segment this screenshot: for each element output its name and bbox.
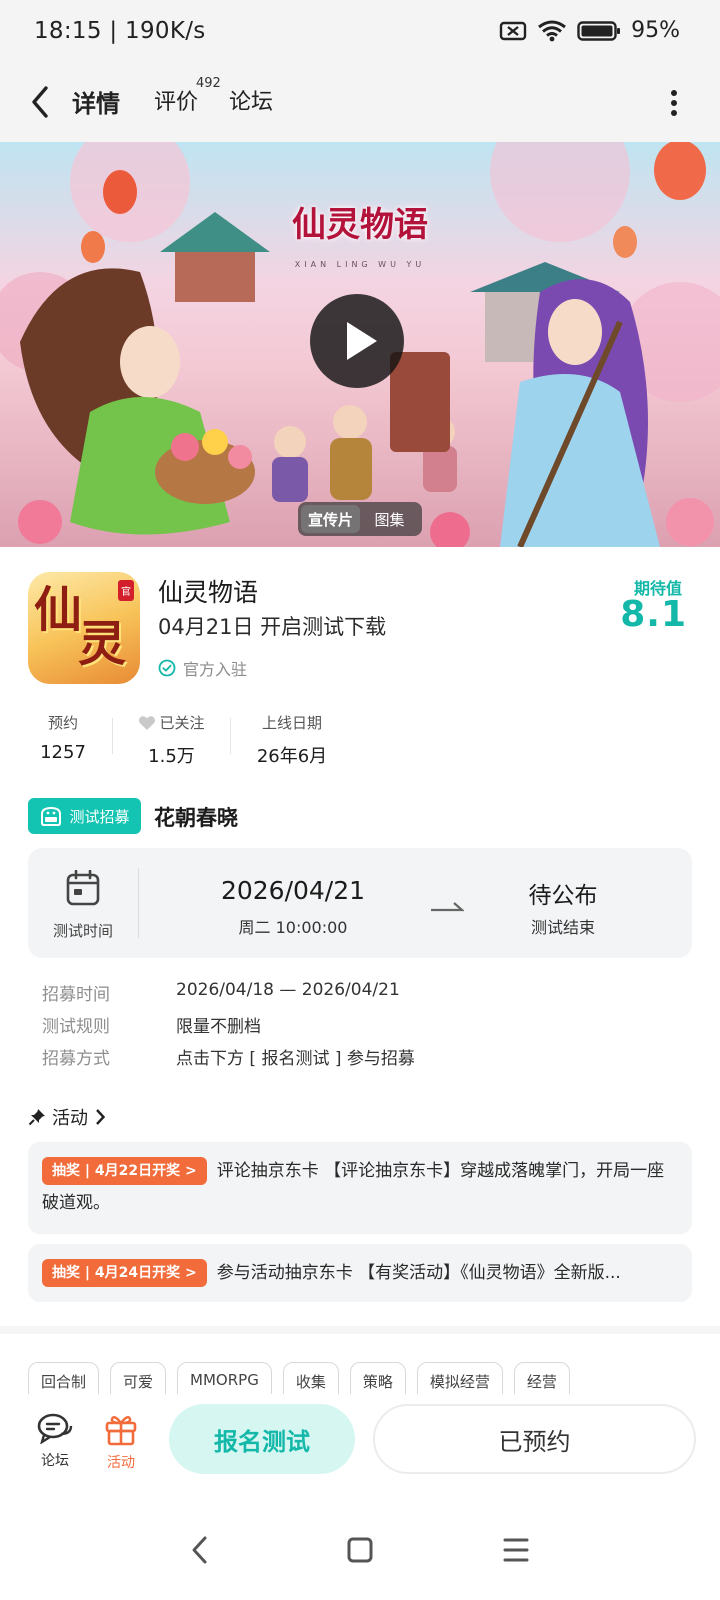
stat-value: 1257 — [40, 742, 86, 763]
activity-card[interactable]: 抽奖 | 4月24日开奖 > 参与活动抽京东卡 【有奖活动】《仙灵物语》全新版..… — [28, 1244, 692, 1302]
tab-forum[interactable]: 论坛 — [229, 84, 273, 116]
stat-value: 1.5万 — [148, 746, 195, 767]
reserved-button[interactable]: 已预约 — [373, 1404, 696, 1474]
activity-text: 参与活动抽京东卡 【有奖活动】《仙灵物语》全新版... — [216, 1263, 621, 1283]
review-count: 492 — [196, 76, 221, 91]
lottery-tag: 抽奖 | 4月24日开奖 > — [42, 1259, 207, 1287]
game-release-note: 04月21日 开启测试下载 — [158, 615, 387, 639]
calendar-icon — [66, 870, 100, 906]
info-value: 2026/04/18 — 2026/04/21 — [176, 980, 400, 1000]
test-end-value: 待公布 — [528, 883, 598, 909]
test-info-table: 招募时间 2026/04/18 — 2026/04/21 测试规则 限量不删档 … — [42, 980, 415, 1076]
info-value: 点击下方 [ 报名测试 ] 参与招募 — [176, 1049, 415, 1069]
genre-tag[interactable]: 策略 — [349, 1362, 406, 1394]
forum-nav-label: 论坛 — [41, 1453, 69, 1469]
test-end-label: 测试结束 — [530, 918, 595, 937]
activities-title: 活动 — [52, 1108, 88, 1129]
no-sim-icon — [499, 21, 527, 40]
system-menu-icon[interactable] — [502, 1534, 530, 1566]
activity-nav-label: 活动 — [107, 1455, 135, 1471]
genre-tags: 回合制 可爱 MMORPG 收集 策略 模拟经营 经营 — [28, 1362, 570, 1394]
test-start-time: 周二 10:00:00 — [238, 918, 348, 937]
promo-banner[interactable]: 仙灵物语 XIAN LING WU YU 宣传片 图集 — [0, 142, 720, 547]
info-row: 招募方式 点击下方 [ 报名测试 ] 参与招募 — [42, 1044, 415, 1076]
banner-logo: 仙灵物语 — [292, 205, 428, 245]
test-badge-label: 测试招募 — [69, 807, 130, 826]
game-title: 仙灵物语 — [158, 578, 259, 607]
system-nav-bar — [0, 1508, 720, 1600]
app-icon-glyph-1: 仙 — [34, 582, 83, 638]
tab-review-label: 评价 — [154, 90, 199, 115]
test-recruit-badge: 测试招募 — [28, 798, 141, 834]
genre-tag[interactable]: 模拟经营 — [416, 1362, 503, 1394]
expect-score: 8.1 — [620, 594, 687, 635]
battery-icon — [577, 20, 621, 41]
section-separator — [0, 1326, 720, 1334]
info-value: 限量不删档 — [176, 1017, 261, 1037]
official-badge: 官方入驻 — [158, 656, 247, 680]
lottery-tag: 抽奖 | 4月22日开奖 > — [42, 1157, 207, 1185]
bottom-action-bar: 论坛 活动 报名测试 已预约 — [0, 1394, 720, 1508]
stat-label: 预约 — [47, 714, 78, 732]
status-time: 18:15 | 190K/s — [34, 18, 206, 44]
heart-icon — [139, 715, 156, 730]
battery-level: 95% — [631, 18, 680, 43]
system-home-icon[interactable] — [346, 1534, 374, 1566]
test-time-label: 测试时间 — [52, 922, 113, 940]
test-icon — [41, 806, 62, 826]
app-icon-glyph-2: 灵 — [78, 616, 127, 672]
game-app-icon: 仙 灵 官 — [28, 572, 140, 684]
app-icon-badge: 官 — [118, 580, 134, 601]
wifi-icon — [538, 20, 567, 41]
info-row: 招募时间 2026/04/18 — 2026/04/21 — [42, 980, 415, 1012]
info-key: 招募时间 — [42, 985, 110, 1005]
signup-test-button[interactable]: 报名测试 — [169, 1404, 355, 1474]
stat-followers[interactable]: 已关注 1.5万 — [113, 712, 230, 768]
gift-icon — [105, 1416, 137, 1446]
tab-detail[interactable]: 详情 — [69, 84, 123, 121]
stat-label: 上线日期 — [261, 714, 322, 732]
media-tab-trailer[interactable]: 宣传片 — [301, 505, 360, 533]
stat-value: 26年6月 — [256, 746, 328, 767]
stat-label: 已关注 — [159, 714, 205, 732]
verified-check-icon — [158, 659, 176, 677]
genre-tag[interactable]: 回合制 — [28, 1362, 100, 1394]
official-label: 官方入驻 — [183, 660, 248, 679]
info-row: 测试规则 限量不删档 — [42, 1012, 415, 1044]
more-options-icon[interactable] — [670, 89, 678, 117]
status-bar: 18:15 | 190K/s 95% — [0, 0, 720, 64]
genre-tag[interactable]: 收集 — [282, 1362, 339, 1394]
header: 详情 评价 492 论坛 — [0, 64, 720, 142]
forum-nav-button[interactable]: 论坛 — [25, 1412, 85, 1470]
stat-reservations: 预约 1257 — [28, 712, 98, 768]
media-switch: 宣传片 图集 — [298, 502, 422, 536]
info-key: 测试规则 — [42, 1017, 110, 1037]
activities-header[interactable]: 活动 — [28, 1104, 106, 1130]
stat-launch-date: 上线日期 26年6月 — [231, 712, 353, 768]
tab-forum-label: 论坛 — [229, 90, 274, 115]
chevron-right-icon — [96, 1109, 106, 1125]
genre-tag[interactable]: 可爱 — [110, 1362, 167, 1394]
tab-review[interactable]: 评价 492 — [154, 76, 221, 116]
media-tab-gallery[interactable]: 图集 — [360, 505, 419, 533]
genre-tag[interactable]: 经营 — [513, 1362, 570, 1394]
genre-tag[interactable]: MMORPG — [177, 1362, 272, 1394]
system-back-icon[interactable] — [188, 1534, 212, 1566]
test-time-card: 测试时间 2026/04/21 周二 10:00:00 待公布 测试结束 — [28, 848, 692, 958]
banner-logo-subtitle: XIAN LING WU YU — [294, 260, 426, 269]
forum-chat-icon — [37, 1413, 73, 1444]
info-key: 招募方式 — [42, 1049, 110, 1069]
back-arrow-icon[interactable] — [26, 82, 56, 122]
test-name: 花朝春晓 — [154, 806, 238, 830]
activity-card[interactable]: 抽奖 | 4月22日开奖 > 评论抽京东卡 【评论抽京东卡】穿越成落魄掌门，开局一… — [28, 1142, 692, 1234]
play-video-button[interactable] — [310, 294, 404, 388]
tab-detail-label: 详情 — [72, 90, 120, 118]
status-icons: 95% — [499, 18, 680, 43]
test-start-date: 2026/04/21 — [220, 876, 366, 905]
card-divider — [138, 868, 139, 938]
activity-nav-button[interactable]: 活动 — [91, 1412, 151, 1472]
stats-row: 预约 1257 已关注 1.5万 上线日期 26年6月 — [28, 712, 353, 768]
arrow-right-icon — [431, 902, 464, 912]
pin-icon — [28, 1109, 45, 1126]
